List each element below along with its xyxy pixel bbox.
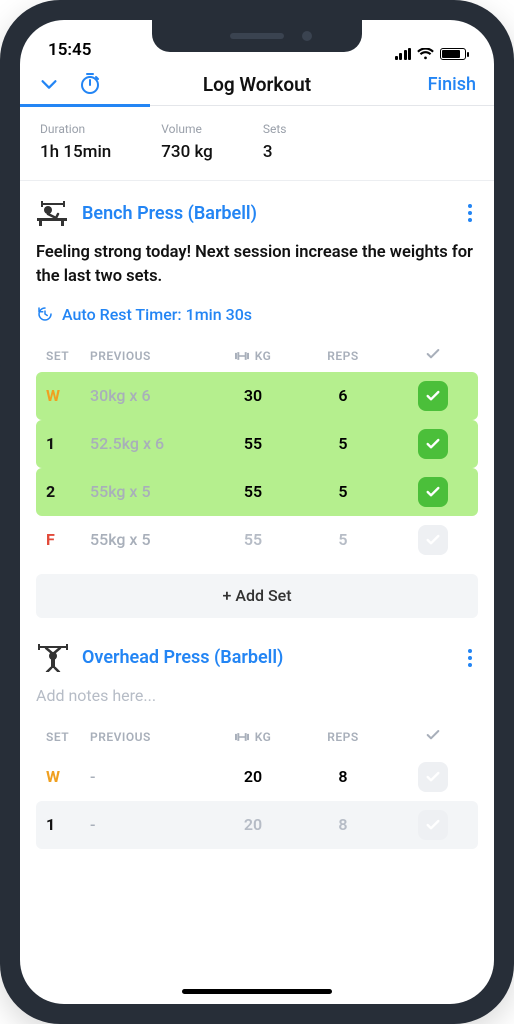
rest-timer-row[interactable]: Auto Rest Timer: 1min 30s — [36, 305, 478, 324]
set-complete-toggle[interactable] — [418, 762, 448, 792]
table-row[interactable]: 2 55kg x 5 55 5 — [36, 468, 478, 516]
exercise-bench-press: Bench Press (Barbell) Feeling strong tod… — [36, 199, 478, 618]
home-indicator[interactable] — [182, 989, 332, 994]
table-row[interactable]: 1 52.5kg x 6 55 5 — [36, 420, 478, 468]
set-complete-toggle[interactable] — [418, 810, 448, 840]
add-set-button[interactable]: + Add Set — [36, 574, 478, 618]
exercise-title[interactable]: Overhead Press (Barbell) — [82, 647, 450, 668]
exercise-note[interactable]: Feeling strong today! Next session incre… — [36, 241, 478, 289]
weight-icon — [235, 351, 249, 361]
device-notch — [152, 20, 362, 52]
stat-sets-value: 3 — [263, 142, 287, 162]
sets-table: SET PREVIOUS KG REPS — [36, 721, 478, 849]
stat-volume-value: 730 kg — [161, 142, 213, 162]
exercise-note-placeholder[interactable]: Add notes here... — [36, 686, 478, 705]
nav-bar: Log Workout Finish — [20, 62, 494, 104]
table-row[interactable]: F 55kg x 5 55 5 — [36, 516, 478, 564]
history-icon — [36, 305, 54, 323]
stat-volume-label: Volume — [161, 122, 213, 136]
exercise-icon — [36, 644, 70, 672]
exercise-menu-button[interactable] — [462, 645, 478, 671]
table-header: SET PREVIOUS KG REPS — [36, 340, 478, 372]
set-complete-toggle[interactable] — [418, 477, 448, 507]
table-row[interactable]: W - 20 8 — [36, 753, 478, 801]
stat-duration-value: 1h 15min — [40, 142, 111, 162]
status-time: 15:45 — [48, 40, 91, 60]
check-icon — [425, 727, 441, 743]
workout-stats: Duration 1h 15min Volume 730 kg Sets 3 — [20, 106, 494, 181]
battery-icon — [440, 48, 466, 60]
exercise-title[interactable]: Bench Press (Barbell) — [82, 203, 450, 224]
exercise-icon — [36, 199, 70, 227]
weight-icon — [235, 732, 249, 742]
signal-icon — [395, 48, 412, 60]
table-row[interactable]: 1 - 20 8 — [36, 801, 478, 849]
finish-button[interactable]: Finish — [428, 74, 476, 95]
timer-icon[interactable] — [78, 72, 102, 96]
stat-sets-label: Sets — [263, 122, 287, 136]
rest-timer-text: Auto Rest Timer: 1min 30s — [62, 305, 252, 324]
chevron-down-icon[interactable] — [38, 73, 60, 95]
wifi-icon — [417, 48, 434, 60]
table-header: SET PREVIOUS KG REPS — [36, 721, 478, 753]
stat-duration-label: Duration — [40, 122, 111, 136]
check-icon — [425, 346, 441, 362]
exercise-menu-button[interactable] — [462, 200, 478, 226]
set-complete-toggle[interactable] — [418, 525, 448, 555]
set-complete-toggle[interactable] — [418, 381, 448, 411]
set-complete-toggle[interactable] — [418, 429, 448, 459]
sets-table: SET PREVIOUS KG REPS — [36, 340, 478, 564]
exercise-overhead-press: Overhead Press (Barbell) Add notes here.… — [36, 644, 478, 849]
table-row[interactable]: W 30kg x 6 30 6 — [36, 372, 478, 420]
